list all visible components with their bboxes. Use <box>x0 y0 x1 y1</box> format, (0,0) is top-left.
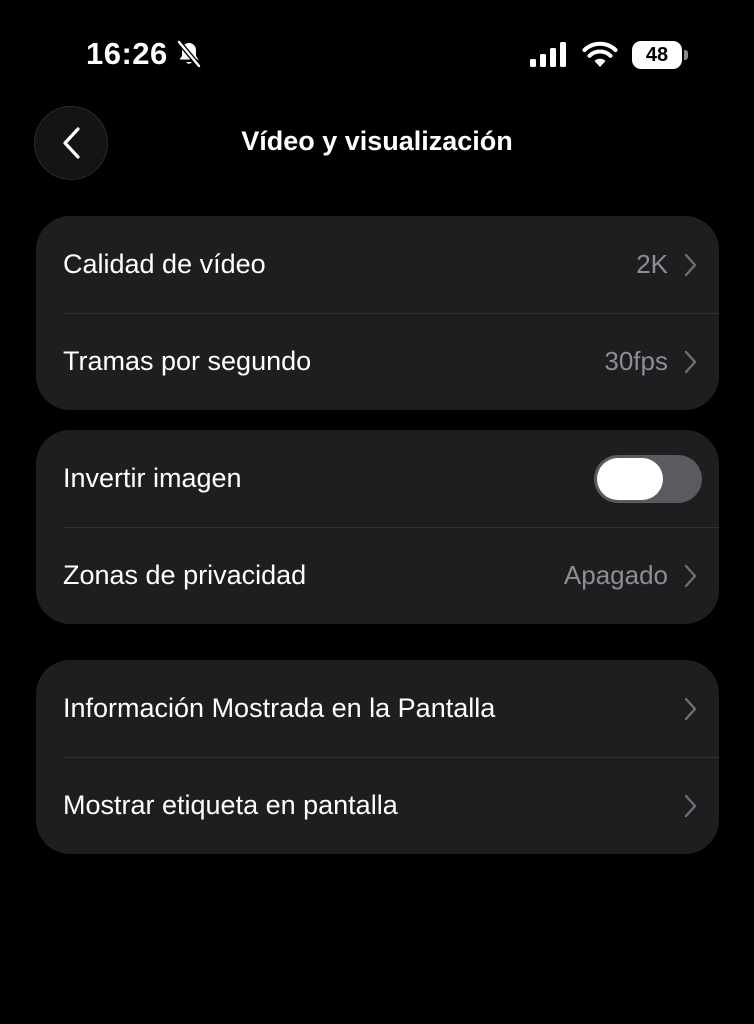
row-on-screen-info[interactable]: Información Mostrada en la Pantalla <box>36 660 719 757</box>
battery-cap <box>684 50 688 60</box>
row-frames-per-second[interactable]: Tramas por segundo 30fps <box>36 313 719 410</box>
chevron-right-icon <box>684 697 697 721</box>
row-video-quality[interactable]: Calidad de vídeo 2K <box>36 216 719 313</box>
toggle-knob <box>597 457 663 500</box>
page-title: Vídeo y visualización <box>241 126 513 156</box>
row-label: Mostrar etiqueta en pantalla <box>63 790 398 820</box>
row-label: Invertir imagen <box>63 463 242 493</box>
row-label: Calidad de vídeo <box>63 249 266 279</box>
status-time: 16:26 <box>86 36 168 71</box>
cellular-signal-icon <box>530 42 568 68</box>
row-label: Tramas por segundo <box>63 346 312 376</box>
status-time-group: 16:26 <box>86 36 202 72</box>
status-indicators: 48 <box>530 40 688 70</box>
row-show-screen-label[interactable]: Mostrar etiqueta en pantalla <box>36 757 719 854</box>
wifi-icon <box>582 41 618 69</box>
status-bar: 16:26 48 <box>0 0 754 110</box>
video-quality-section: Calidad de vídeo 2K Tramas por segundo 3… <box>36 216 719 410</box>
row-value: Apagado <box>563 560 668 590</box>
row-value: 30fps <box>604 346 668 376</box>
chevron-right-icon <box>684 350 697 374</box>
row-value: 2K <box>636 249 668 279</box>
chevron-right-icon <box>684 564 697 588</box>
bell-slash-icon <box>176 40 202 68</box>
battery-icon: 48 <box>632 40 688 70</box>
chevron-right-icon <box>684 794 697 818</box>
invert-image-toggle[interactable] <box>594 454 702 503</box>
row-label: Zonas de privacidad <box>63 560 307 590</box>
row-privacy-zones[interactable]: Zonas de privacidad Apagado <box>36 527 719 624</box>
battery-body: 48 <box>632 41 682 69</box>
row-label: Información Mostrada en la Pantalla <box>63 693 496 723</box>
row-invert-image: Invertir imagen <box>36 430 719 527</box>
chevron-right-icon <box>684 253 697 277</box>
battery-level: 48 <box>645 43 669 66</box>
image-settings-section: Invertir imagen Zonas de privacidad Apag… <box>36 430 719 624</box>
on-screen-display-section: Información Mostrada en la Pantalla Most… <box>36 660 719 854</box>
